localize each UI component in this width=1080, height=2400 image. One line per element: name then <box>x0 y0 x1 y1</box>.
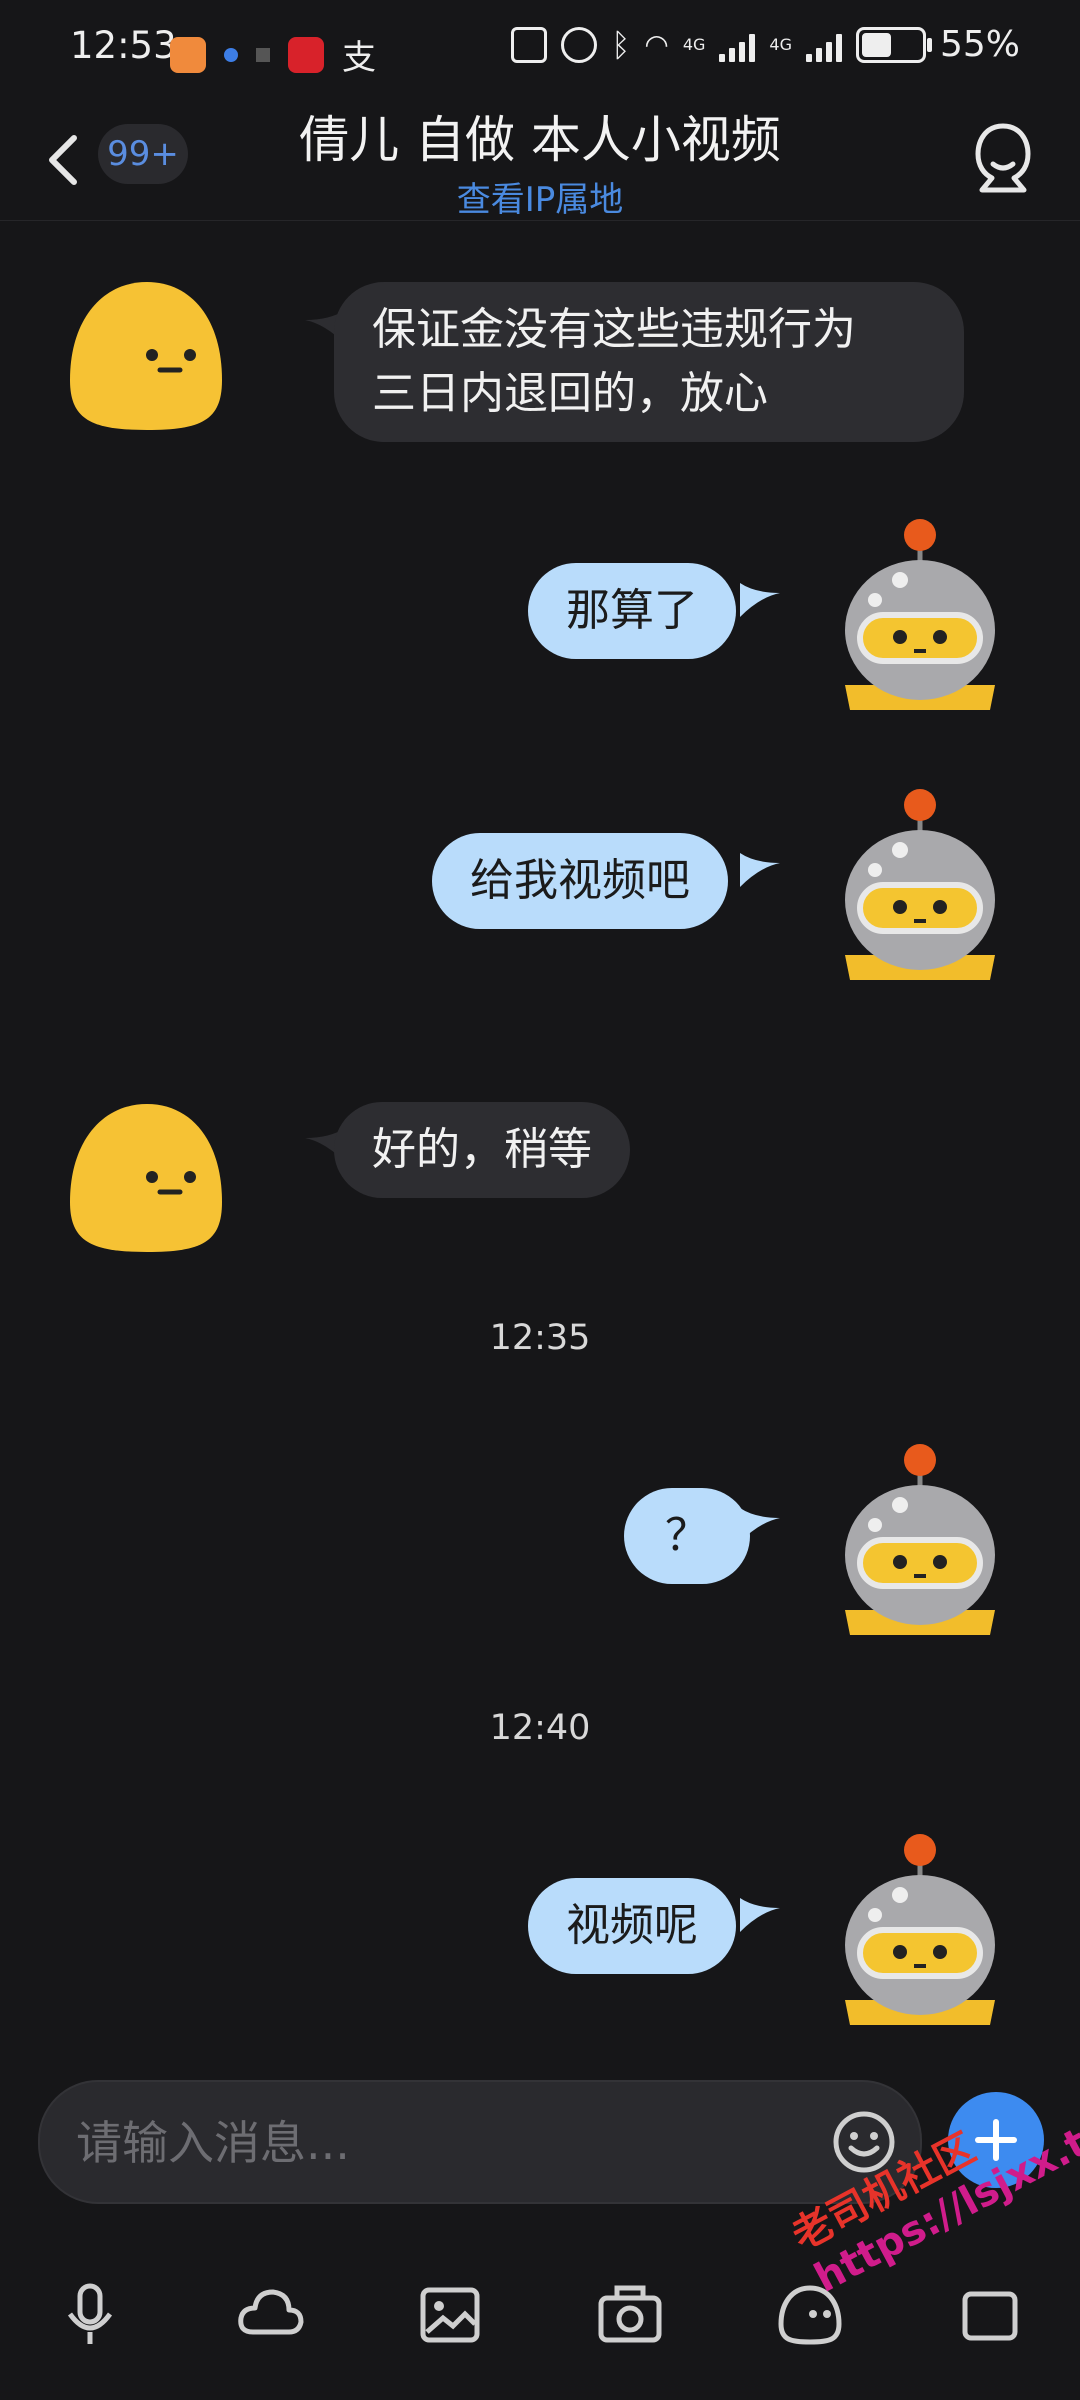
signal-2-icon <box>805 28 842 62</box>
message-text: ？ <box>665 1510 709 1561</box>
message-input[interactable] <box>74 2082 838 2204</box>
notification-icons: 支 <box>170 30 376 79</box>
signal-1-icon <box>719 28 756 62</box>
cloud-icon[interactable] <box>235 2280 305 2350</box>
system-indicators: ᛒ ◠ 4G 4G 55% <box>511 24 1020 65</box>
alarm-icon <box>561 26 598 63</box>
robot-avatar-icon[interactable] <box>830 1440 1000 1640</box>
battery-icon <box>855 26 932 63</box>
incoming-bubble[interactable]: 保证金没有这些违规行为 三日内退回的，放心 <box>334 282 964 442</box>
chat-title: 倩儿 自做 本人小视频 <box>299 111 781 169</box>
bubble-tail <box>740 583 780 617</box>
unread-count-badge[interactable]: 99+ <box>98 124 188 184</box>
signal-2-label: 4G <box>769 35 792 54</box>
message-text-line: 三日内退回的，放心 <box>372 368 768 419</box>
timestamp: 12:40 <box>489 1708 591 1748</box>
battery-percent: 55% <box>939 24 1020 65</box>
message-text-line: 保证金没有这些违规行为 <box>372 304 856 355</box>
small-app-icon <box>256 47 270 62</box>
robot-avatar-icon[interactable] <box>830 1830 1000 2030</box>
blob-avatar-icon[interactable] <box>62 1092 232 1262</box>
ip-location-link[interactable]: 查看IP属地 <box>200 172 880 221</box>
nfc-icon <box>511 26 548 63</box>
message-text: 视频呢 <box>566 1900 698 1951</box>
robot-avatar-icon[interactable] <box>830 515 1000 715</box>
status-bar: 12:53 支 ᛒ ◠ 4G 4G 55% <box>0 0 1080 100</box>
chat-header: 99+ 倩儿 自做 本人小视频 查看IP属地 <box>0 100 1080 221</box>
more-icon[interactable] <box>955 2280 1025 2350</box>
outgoing-bubble[interactable]: 那算了 <box>528 563 736 659</box>
dot-icon <box>224 47 238 62</box>
signal-1-label: 4G <box>682 35 706 54</box>
bubble-tail <box>740 853 780 887</box>
message-text: 给我视频吧 <box>470 855 690 906</box>
status-time: 12:53 <box>70 24 177 67</box>
bluetooth-icon: ᛒ <box>611 25 631 64</box>
alipay-icon: 支 <box>342 38 376 78</box>
message-text: 那算了 <box>566 585 698 636</box>
blob-avatar-icon[interactable] <box>62 270 232 440</box>
outgoing-bubble[interactable]: 视频呢 <box>528 1878 736 1974</box>
outgoing-bubble[interactable]: ？ <box>624 1488 750 1584</box>
profile-icon[interactable] <box>968 120 1038 200</box>
bubble-tail <box>740 1508 780 1542</box>
message-text: 好的，稍等 <box>372 1124 592 1175</box>
bubble-tail <box>740 1898 780 1932</box>
back-arrow-icon[interactable] <box>40 130 90 190</box>
shopping-app-icon <box>170 36 206 73</box>
camera-icon[interactable] <box>595 2280 665 2350</box>
message-input-bar <box>38 2080 922 2204</box>
news-app-icon <box>288 36 324 73</box>
image-icon[interactable] <box>415 2280 485 2350</box>
mic-icon[interactable] <box>55 2280 125 2350</box>
timestamp: 12:35 <box>489 1318 591 1358</box>
bottom-toolbar <box>0 2250 1080 2370</box>
wifi-icon: ◠ <box>644 28 669 61</box>
robot-avatar-icon[interactable] <box>830 785 1000 985</box>
incoming-bubble[interactable]: 好的，稍等 <box>334 1102 630 1198</box>
outgoing-bubble[interactable]: 给我视频吧 <box>432 833 728 929</box>
